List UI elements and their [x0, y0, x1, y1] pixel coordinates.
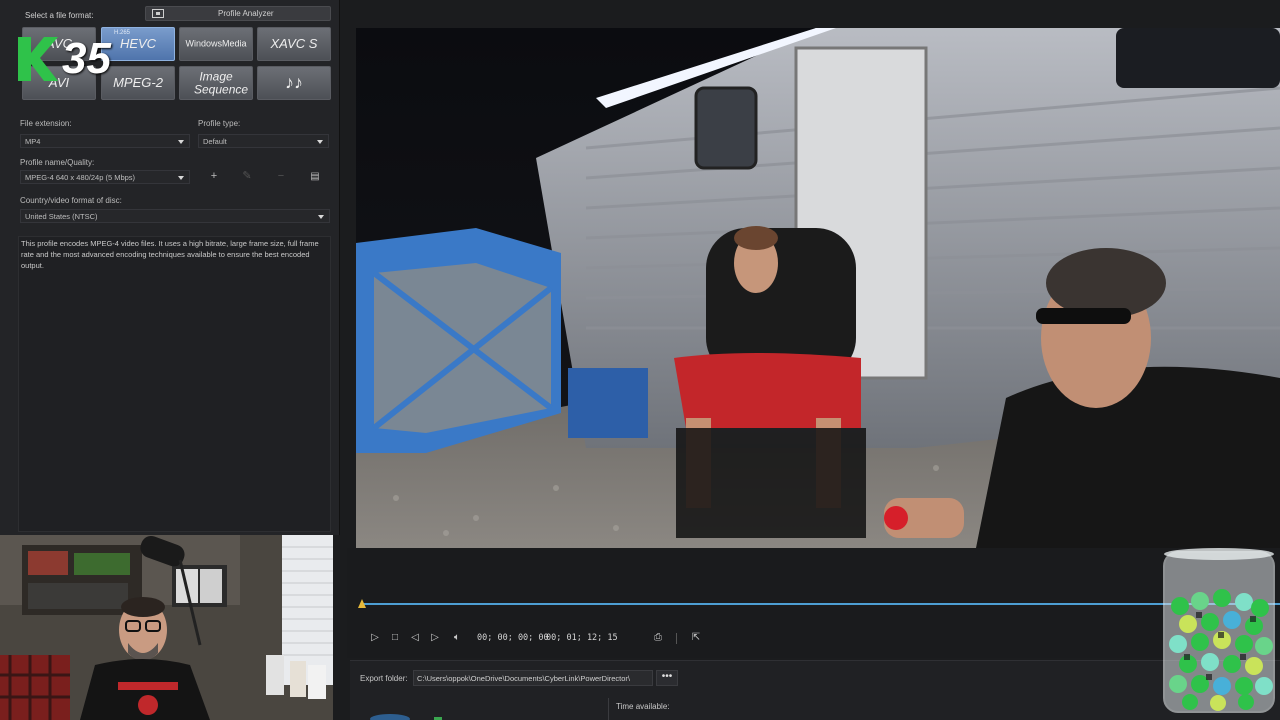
music-notes-icon: ♪♪ [285, 72, 303, 93]
export-folder-path-input[interactable]: C:\Users\oppok\OneDrive\Documents\CyberL… [413, 670, 653, 686]
chevron-down-icon [178, 176, 184, 180]
file-extension-value: MP4 [25, 137, 41, 146]
format-hevc-superscript: H.265 [114, 30, 131, 36]
next-frame-icon[interactable]: ▷ [427, 630, 443, 646]
export-folder-bar: Export folder: C:\Users\oppok\OneDrive\D… [350, 660, 1280, 720]
remove-profile-button[interactable]: − [270, 170, 292, 184]
format-xavcs-label: XAVC S [270, 36, 318, 52]
section-divider [608, 698, 609, 720]
file-extension-dropdown[interactable]: MP4 [20, 134, 190, 148]
profile-name-dropdown[interactable]: MPEG-4 640 x 480/24p (5 Mbps) [20, 170, 190, 184]
edit-profile-button[interactable]: ✎ [236, 170, 258, 184]
file-extension-label: File extension: [20, 119, 72, 128]
format-xavcs-button[interactable]: XAVC S [257, 27, 331, 61]
profile-analyzer-label: Profile Analyzer [218, 9, 274, 18]
webcam-image [0, 535, 333, 720]
format-image-sequence-label: Image Sequence [194, 69, 249, 96]
format-windowsmedia-label: WindowsMedia [185, 38, 247, 49]
play-icon[interactable]: ▷ [367, 630, 383, 646]
jar-graphic [1163, 548, 1275, 713]
control-divider [676, 633, 677, 644]
format-section-title: Select a file format: [25, 11, 94, 20]
logo-number: 35 [62, 34, 111, 83]
chevron-down-icon [178, 140, 184, 144]
browse-folder-button[interactable]: ••• [656, 670, 678, 686]
country-format-dropdown[interactable]: United States (NTSC) [20, 209, 330, 223]
export-format-panel: Select a file format: Profile Analyzer A… [0, 0, 340, 535]
timeline-track[interactable] [361, 603, 1280, 605]
total-timecode: 00; 01; 12; 15 [546, 633, 618, 643]
stop-icon[interactable]: □ [387, 630, 403, 646]
playback-controls: ▷ □ ◁ ▷ 🔈︎ 00; 00; 00; 00 00; 01; 12; 15… [365, 630, 725, 648]
k35-channel-logo: 35 [18, 34, 130, 83]
format-windowsmedia-button[interactable]: WindowsMedia [179, 27, 253, 61]
country-format-label: Country/video format of disc: [20, 196, 122, 205]
undock-preview-icon[interactable]: ⇱ [688, 630, 704, 646]
disc-icon [370, 714, 410, 720]
add-profile-button[interactable]: + [203, 170, 225, 184]
profile-name-label: Profile name/Quality: [20, 158, 95, 167]
profile-type-dropdown[interactable]: Default [198, 134, 329, 148]
profile-description: This profile encodes MPEG-4 video files.… [18, 236, 331, 532]
streamer-webcam [0, 535, 333, 720]
chevron-down-icon [318, 215, 324, 219]
chevron-down-icon [317, 140, 323, 144]
profile-analyzer-icon [152, 9, 164, 18]
format-image-sequence-button[interactable]: Image Sequence [179, 66, 253, 100]
time-available-label: Time available: [616, 702, 670, 711]
video-preview[interactable] [356, 28, 1280, 548]
playhead-marker-icon[interactable] [358, 599, 366, 608]
candy-jar-overlay [1160, 546, 1278, 716]
profile-type-value: Default [203, 137, 227, 146]
export-folder-label: Export folder: [360, 674, 408, 683]
snapshot-icon[interactable]: ⎙ [650, 630, 666, 646]
profile-type-label: Profile type: [198, 119, 241, 128]
current-timecode: 00; 00; 00; 00 [477, 633, 549, 643]
preview-player: ▷ □ ◁ ▷ 🔈︎ 00; 00; 00; 00 00; 01; 12; 15… [347, 548, 1280, 658]
country-format-value: United States (NTSC) [25, 212, 98, 221]
k-logo-icon [18, 37, 58, 81]
profile-analyzer-button[interactable]: Profile Analyzer [145, 6, 331, 21]
profile-name-value: MPEG-4 640 x 480/24p (5 Mbps) [25, 173, 136, 182]
preview-frame-image [356, 28, 1280, 548]
volume-icon[interactable]: 🔈︎ [449, 630, 465, 646]
previous-frame-icon[interactable]: ◁ [407, 630, 423, 646]
profile-list-button[interactable]: ▤ [304, 170, 326, 184]
format-audio-button[interactable]: ♪♪ [257, 66, 331, 100]
